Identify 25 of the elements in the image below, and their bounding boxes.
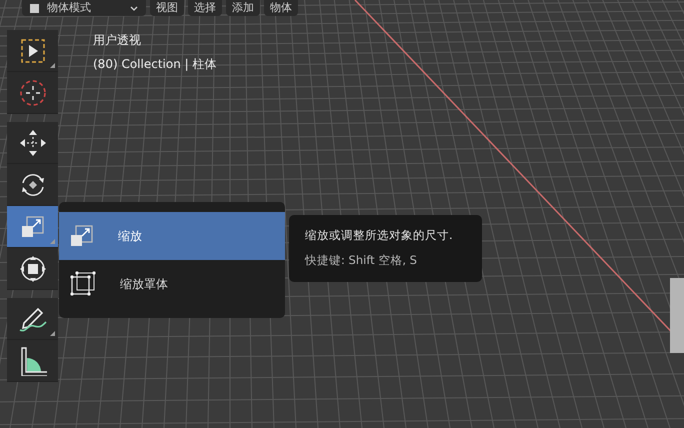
transform-icon [18, 254, 46, 282]
tooltip-description: 缩放或调整所选对象的尺寸. [305, 227, 454, 244]
cube-icon [30, 4, 39, 12]
crosshair-cursor-icon [18, 78, 46, 106]
menu-button[interactable]: 添加 [226, 0, 260, 16]
tool-button[interactable] [7, 206, 58, 248]
move-arrows-icon [18, 128, 46, 156]
tool-button[interactable] [7, 298, 58, 340]
menu-item[interactable]: 缩放罩体 [59, 260, 285, 308]
menu-button[interactable]: 视图 [150, 0, 184, 16]
select-box-icon [20, 38, 46, 64]
tool-button[interactable] [7, 122, 58, 164]
tooltip-shortcut: 快捷键: Shift 空格, S [305, 252, 418, 270]
ruler-protractor-icon [18, 346, 46, 376]
menu-button[interactable]: 物体 [264, 0, 298, 16]
tool-button[interactable] [7, 30, 58, 72]
scale-icon [70, 224, 94, 248]
cage-box-icon [70, 271, 96, 297]
collection-info-label: (80) Collection | 柱体 [93, 56, 216, 73]
menu-item[interactable]: 缩放 [59, 212, 285, 260]
view-name-label: 用户透视 [93, 32, 142, 49]
menu-button[interactable]: 选择 [188, 0, 222, 16]
chevron-down-icon [130, 6, 138, 10]
mode-dropdown[interactable]: 物体模式 [22, 0, 146, 16]
scale-icon [20, 214, 44, 238]
